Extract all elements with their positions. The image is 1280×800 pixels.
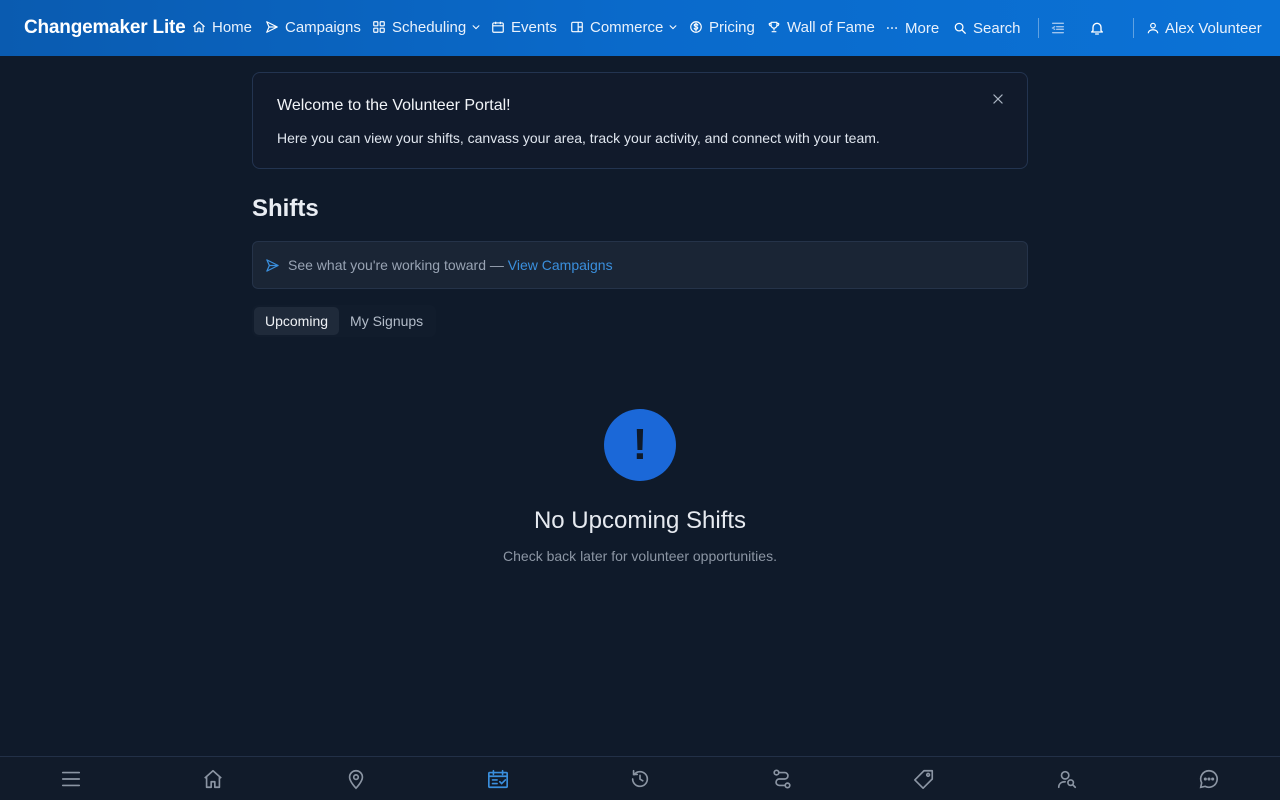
bell-icon	[1091, 22, 1103, 35]
nav-commerce-label: Commerce	[590, 18, 664, 36]
nav-scheduling[interactable]: Scheduling	[372, 17, 481, 37]
nav-divider	[1038, 18, 1039, 38]
nav-wall-of-fame[interactable]: Wall of Fame	[767, 17, 875, 37]
nav-events[interactable]: Events	[491, 17, 557, 37]
bottom-nav-home[interactable]	[201, 767, 225, 791]
calendar-check-icon	[488, 769, 508, 789]
nav-pricing-label: Pricing	[709, 18, 755, 36]
search-icon	[954, 22, 966, 34]
send-icon	[266, 258, 279, 272]
chat-icon	[1199, 769, 1218, 789]
nav-more[interactable]: More	[885, 18, 939, 38]
bottom-nav-routes[interactable]	[770, 767, 794, 791]
dollar-icon	[690, 21, 702, 33]
bottom-nav-shifts[interactable]	[486, 767, 510, 791]
welcome-title: Welcome to the Volunteer Portal!	[277, 97, 511, 114]
notifications-button[interactable]	[1087, 18, 1107, 38]
user-search-icon	[1057, 770, 1077, 789]
top-navigation-bar: Changemaker Lite Home Campaigns Scheduli…	[0, 0, 1280, 56]
nav-campaigns[interactable]: Campaigns	[265, 17, 361, 37]
user-icon	[1147, 22, 1159, 34]
map-pin-icon	[348, 769, 364, 790]
page-title: Shifts	[252, 195, 319, 222]
nav-home-label: Home	[212, 18, 253, 36]
nav-search-label: Search	[973, 19, 1021, 37]
nav-events-label: Events	[511, 18, 557, 36]
menu-icon	[61, 771, 81, 787]
bottom-nav-menu[interactable]	[59, 767, 83, 791]
empty-state-title: No Upcoming Shifts	[533, 507, 747, 534]
nav-search[interactable]: Search	[953, 18, 1021, 38]
campaign-callout-prefix: See what you're working toward —	[288, 257, 508, 273]
store-icon	[571, 21, 583, 33]
nav-scheduling-label: Scheduling	[392, 18, 467, 36]
nav-campaigns-label: Campaigns	[285, 18, 361, 36]
history-icon	[631, 769, 649, 788]
tag-icon	[914, 769, 934, 789]
empty-state-subtitle: Check back later for volunteer opportuni…	[503, 548, 777, 564]
alert-icon: !	[604, 409, 676, 481]
home-icon	[204, 769, 222, 789]
user-menu[interactable]: Alex Volunteer	[1146, 18, 1262, 38]
route-icon	[773, 769, 791, 789]
indent-icon	[1051, 22, 1064, 34]
nav-wall-of-fame-label: Wall of Fame	[787, 18, 875, 36]
app-brand[interactable]: Changemaker Lite	[24, 17, 186, 39]
close-icon[interactable]	[991, 92, 1005, 106]
campaign-callout: See what you're working toward — View Ca…	[252, 241, 1028, 289]
campaign-callout-text: See what you're working toward — View Ca…	[288, 257, 613, 273]
bottom-nav-history[interactable]	[628, 767, 652, 791]
shift-tabs: Upcoming My Signups	[252, 305, 437, 337]
nav-more-label: More	[905, 19, 940, 37]
tab-upcoming[interactable]: Upcoming	[254, 307, 340, 335]
bottom-nav-chat[interactable]	[1197, 767, 1221, 791]
home-icon	[193, 21, 205, 33]
welcome-text: Here you can view your shifts, canvass y…	[277, 130, 880, 146]
chevron-down-icon	[472, 25, 480, 30]
send-icon	[266, 21, 278, 33]
nav-pricing[interactable]: Pricing	[689, 17, 755, 37]
bottom-navigation	[0, 756, 1280, 800]
trophy-icon	[768, 21, 780, 33]
chevron-down-icon	[669, 25, 677, 30]
view-campaigns-link[interactable]: View Campaigns	[508, 257, 613, 273]
nav-home[interactable]: Home	[192, 17, 252, 37]
user-name: Alex Volunteer	[1165, 19, 1262, 37]
calendar-icon	[492, 21, 504, 33]
bottom-nav-tags[interactable]	[912, 767, 936, 791]
collapse-menu-button[interactable]	[1048, 18, 1068, 38]
bottom-nav-people[interactable]	[1055, 767, 1079, 791]
bottom-nav-map[interactable]	[344, 767, 368, 791]
welcome-banner: Welcome to the Volunteer Portal! Here yo…	[252, 72, 1028, 169]
alert-symbol: !	[632, 420, 648, 469]
ellipsis-icon	[886, 27, 898, 29]
nav-commerce[interactable]: Commerce	[570, 17, 678, 37]
grid-icon	[373, 21, 385, 33]
tab-my-signups[interactable]: My Signups	[339, 307, 434, 335]
nav-divider	[1133, 18, 1134, 38]
